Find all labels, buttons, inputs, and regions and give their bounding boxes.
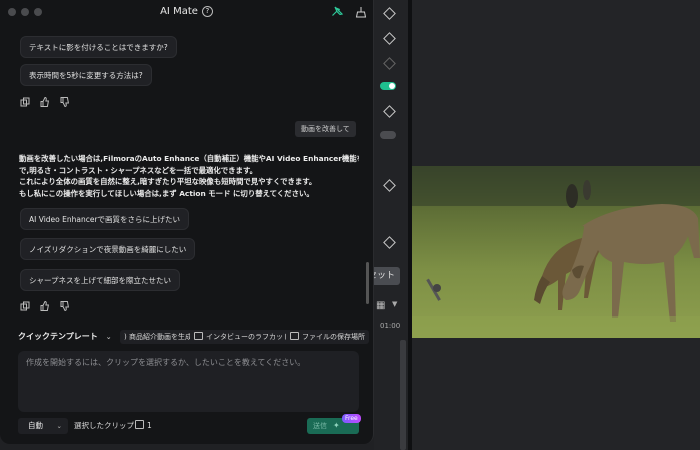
suggestion-chip[interactable]: ノイズリダクションで夜景動画を綺麗にしたい bbox=[20, 238, 196, 260]
clip-icon bbox=[135, 420, 144, 429]
mode-label: 自動 bbox=[28, 421, 43, 430]
video-preview bbox=[412, 166, 700, 338]
quick-template-dropdown[interactable]: クイックテンプレート ⌄ bbox=[18, 329, 112, 345]
composer-footer: 自動 ⌄ 選択したクリップ 1 送信 ✦ Free bbox=[18, 414, 361, 434]
timeline-scrollbar[interactable] bbox=[400, 340, 406, 450]
chip-label: ファイルの保存場所 bbox=[302, 333, 365, 341]
prompt-input-container bbox=[18, 351, 359, 412]
image-icon bbox=[194, 332, 203, 340]
help-icon[interactable]: ? bbox=[201, 6, 213, 17]
suggestion-chip[interactable]: テキストに影を付けることはできますか? bbox=[20, 36, 177, 58]
keyframe-diamond-icon[interactable] bbox=[383, 105, 396, 118]
ai-response-text: 動画を改善したい場合は,FilmoraのAuto Enhance（自動補正）機能… bbox=[19, 153, 359, 199]
deer-preview-image bbox=[412, 166, 700, 338]
template-chip-product[interactable]: ) 商品紹介動画を生成 bbox=[120, 330, 196, 344]
chevron-down-icon: ⌄ bbox=[56, 422, 62, 430]
template-chip-file-location[interactable]: ファイルの保存場所 bbox=[286, 330, 369, 344]
copy-icon[interactable] bbox=[20, 97, 30, 107]
sparkle-icon: ✦ bbox=[333, 421, 340, 430]
clip-count-value: 1 bbox=[147, 421, 152, 430]
broom-icon[interactable] bbox=[355, 6, 367, 18]
prompt-input[interactable] bbox=[18, 351, 359, 412]
keyframe-diamond-icon[interactable] bbox=[383, 236, 396, 249]
keyframe-diamond-icon[interactable] bbox=[383, 57, 396, 70]
suggestion-chip[interactable]: AI Video Enhancerで画質をさらに上げたい bbox=[20, 208, 190, 230]
thumbs-up-icon[interactable] bbox=[40, 301, 50, 311]
pin-icon[interactable] bbox=[331, 6, 343, 18]
keyframe-diamond-icon[interactable] bbox=[383, 7, 396, 20]
chip-label: インタビューのラフカット bbox=[206, 333, 290, 341]
folder-icon bbox=[290, 332, 299, 340]
template-chip-interview[interactable]: インタビューのラフカット bbox=[190, 330, 294, 344]
mode-dropdown[interactable]: 自動 ⌄ bbox=[18, 418, 68, 434]
ai-response-line: で,明るさ・コントラスト・シャープネスなどを一括で最適化できます。 bbox=[19, 165, 257, 175]
keyframe-toggle-on[interactable] bbox=[380, 82, 396, 90]
keyframe-diamond-icon[interactable] bbox=[383, 179, 396, 192]
selected-clip-label: 選択したクリップ bbox=[74, 421, 134, 430]
chip-label: 商品紹介動画を生成 bbox=[128, 333, 192, 341]
keyframe-toggle-off[interactable] bbox=[380, 131, 396, 139]
user-message: 動画を改善して bbox=[295, 121, 356, 137]
thumbs-down-icon[interactable] bbox=[60, 97, 70, 107]
suggestion-chip[interactable]: シャープネスを上げて細部を際立たせたい bbox=[20, 269, 181, 291]
free-badge: Free bbox=[342, 414, 361, 423]
grid-icon[interactable]: ▦ bbox=[376, 300, 386, 311]
timeline-timecode: 01:00 bbox=[380, 322, 401, 330]
keyframe-diamond-icon[interactable] bbox=[383, 32, 396, 45]
send-button-label: 送信 bbox=[313, 422, 327, 430]
selected-clip-count[interactable]: 1 bbox=[135, 418, 152, 434]
thumbs-down-icon[interactable] bbox=[60, 301, 70, 311]
quick-template-label: クイックテンプレート bbox=[18, 332, 98, 341]
ai-response-line: もし私にこの操作を実行してほしい場合は,まず Action モード に切り替えて… bbox=[19, 188, 314, 198]
suggestion-chip[interactable]: 表示時間を5秒に変更する方法は? bbox=[20, 64, 152, 86]
window-title-text: AI Mate bbox=[160, 6, 198, 17]
chevron-down-icon: ⌄ bbox=[105, 333, 112, 341]
ai-response-line: これにより全体の画質を自然に整え,暗すぎたり平坦な映像も短時間で見やすくできます… bbox=[19, 177, 317, 187]
chevron-down-icon[interactable]: ▼ bbox=[392, 300, 397, 308]
window-title: AI Mate? bbox=[0, 6, 373, 17]
chat-scrollbar[interactable] bbox=[366, 262, 369, 304]
ai-response-line: 動画を改善したい場合は,FilmoraのAuto Enhance（自動補正）機能… bbox=[19, 154, 359, 163]
title-bar: AI Mate? bbox=[0, 0, 373, 26]
quick-template-row: クイックテンプレート ⌄ ) 商品紹介動画を生成 インタビューのラフカット ファイ… bbox=[18, 329, 369, 345]
copy-icon[interactable] bbox=[20, 301, 30, 311]
thumbs-up-icon[interactable] bbox=[40, 97, 50, 107]
ai-mate-panel: AI Mate? テキストに影を付けることはできますか? 表示時間を5秒に変更す… bbox=[0, 0, 374, 444]
